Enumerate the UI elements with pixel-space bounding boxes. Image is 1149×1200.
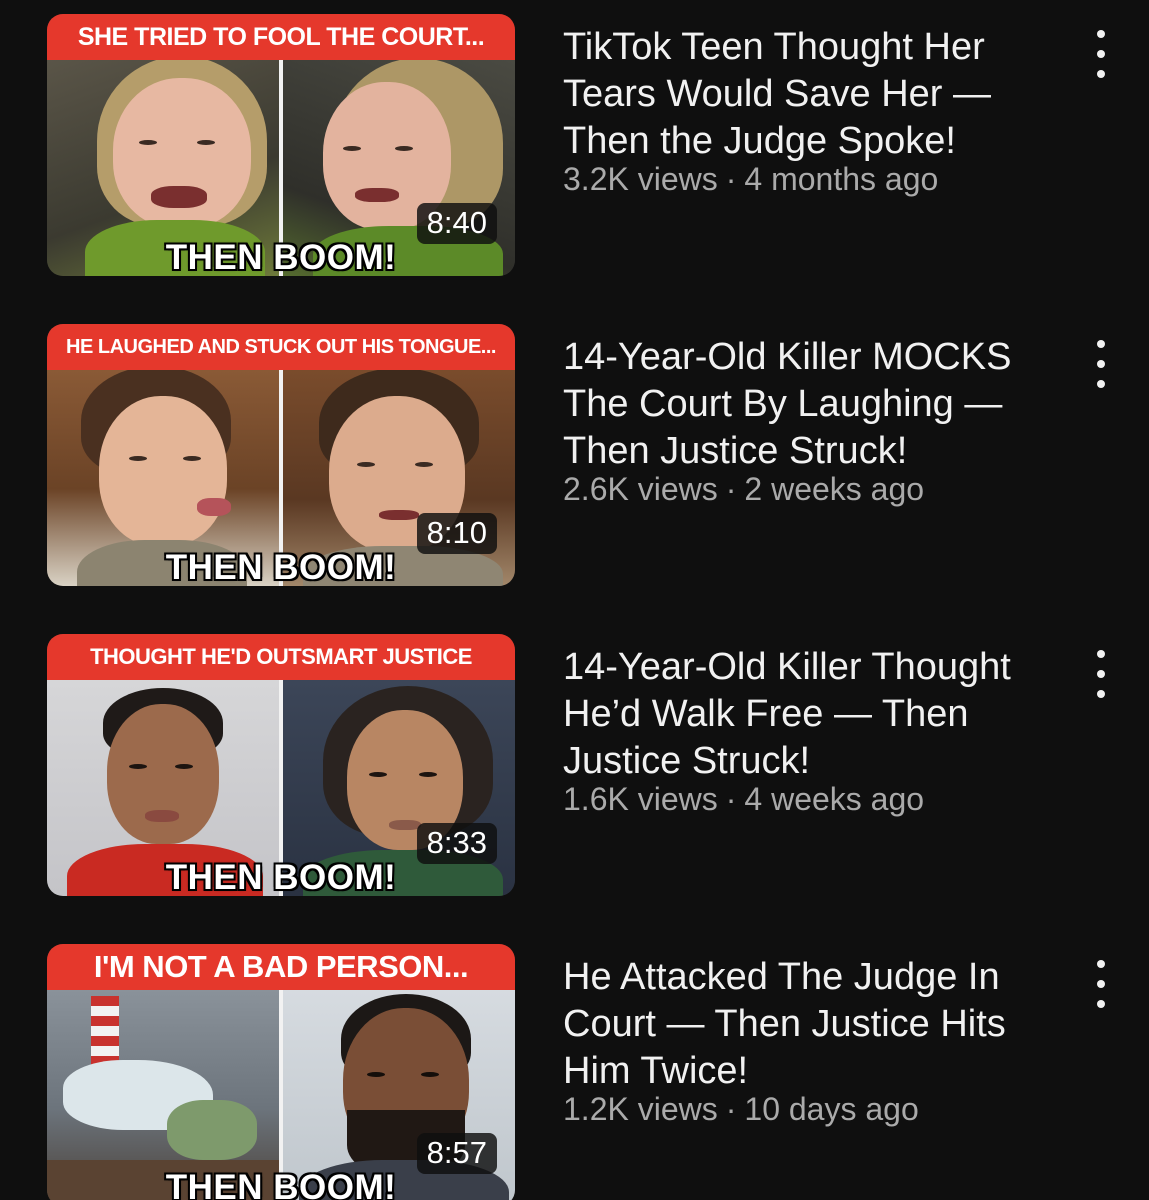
video-duration: 8:10 [416,513,497,554]
video-meta: 14-Year-Old Killer MOCKS The Court By La… [563,334,1068,509]
upload-age: 2 weeks ago [744,471,925,507]
upload-age: 4 weeks ago [744,781,925,817]
video-title[interactable]: 14-Year-Old Killer Thought He’d Walk Fre… [563,644,1068,785]
meta-separator: · [725,781,737,817]
thumbnail-banner: I'M NOT A BAD PERSON... [47,944,515,990]
upload-age: 10 days ago [744,1091,919,1127]
video-thumbnail[interactable]: I'M NOT A BAD PERSON... THEN BOOM! 8:57 [47,944,515,1200]
more-options-icon[interactable] [1086,960,1116,1008]
video-stats: 3.2K views · 4 months ago [563,159,1068,199]
video-thumbnail[interactable]: THOUGHT HE'D OUTSMART JUSTICE THEN BOOM!… [47,634,515,896]
meta-separator: · [725,471,737,507]
video-thumbnail[interactable]: SHE TRIED TO FOOL THE COURT... THEN BOOM… [47,14,515,276]
meta-separator: · [725,1091,737,1127]
video-stats: 1.6K views · 4 weeks ago [563,779,1068,819]
video-item[interactable]: HE LAUGHED AND STUCK OUT HIS TONGUE... T… [0,324,1149,586]
view-count: 1.2K views [563,1091,718,1127]
view-count: 1.6K views [563,781,718,817]
video-stats: 2.6K views · 2 weeks ago [563,469,1068,509]
video-item[interactable]: SHE TRIED TO FOOL THE COURT... THEN BOOM… [0,14,1149,276]
video-meta: 14-Year-Old Killer Thought He’d Walk Fre… [563,644,1068,819]
video-duration: 8:33 [416,823,497,864]
video-duration: 8:40 [416,203,497,244]
video-feed: SHE TRIED TO FOOL THE COURT... THEN BOOM… [0,0,1149,1200]
video-title[interactable]: 14-Year-Old Killer MOCKS The Court By La… [563,334,1068,475]
upload-age: 4 months ago [744,161,939,197]
view-count: 3.2K views [563,161,718,197]
video-duration: 8:57 [416,1133,497,1174]
video-item[interactable]: I'M NOT A BAD PERSON... THEN BOOM! 8:57 … [0,944,1149,1200]
meta-separator: · [725,161,737,197]
thumbnail-banner: THOUGHT HE'D OUTSMART JUSTICE [47,634,515,680]
thumbnail-banner: SHE TRIED TO FOOL THE COURT... [47,14,515,60]
video-meta: He Attacked The Judge In Court — Then Ju… [563,954,1068,1129]
video-thumbnail[interactable]: HE LAUGHED AND STUCK OUT HIS TONGUE... T… [47,324,515,586]
video-title[interactable]: TikTok Teen Thought Her Tears Would Save… [563,24,1068,165]
more-options-icon[interactable] [1086,30,1116,78]
video-item[interactable]: THOUGHT HE'D OUTSMART JUSTICE THEN BOOM!… [0,634,1149,896]
video-stats: 1.2K views · 10 days ago [563,1089,1068,1129]
video-title[interactable]: He Attacked The Judge In Court — Then Ju… [563,954,1068,1095]
video-meta: TikTok Teen Thought Her Tears Would Save… [563,24,1068,199]
more-options-icon[interactable] [1086,340,1116,388]
more-options-icon[interactable] [1086,650,1116,698]
view-count: 2.6K views [563,471,718,507]
thumbnail-banner: HE LAUGHED AND STUCK OUT HIS TONGUE... [47,324,515,370]
